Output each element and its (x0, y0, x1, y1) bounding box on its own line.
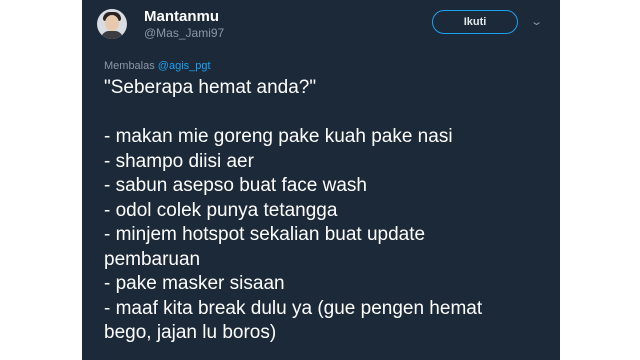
tweet-text: "Seberapa hemat anda?" - makan mie goren… (104, 76, 554, 346)
tweet-question: "Seberapa hemat anda?" (104, 77, 317, 98)
avatar-face (105, 15, 119, 31)
tweet-line: - pake masker sisaan (104, 273, 285, 294)
reply-prefix: Membalas (104, 60, 158, 72)
tweet-line: - maaf kita break dulu ya (gue pengen he… (104, 297, 483, 319)
tweet-line: - makan mie goreng pake kuah pake nasi (104, 126, 453, 147)
tweet-line: - sabun asepso buat face wash (104, 175, 368, 196)
user-handle[interactable]: @Mas_Jami97 (144, 26, 224, 40)
tweet-card: Mantanmu @Mas_Jami97 Ikuti ⌄ Membalas @a… (82, 0, 560, 360)
tweet-line: - shampo diisi aer (104, 150, 254, 172)
reply-context: Membalas @agis_pgt (104, 60, 211, 72)
chevron-down-icon[interactable]: ⌄ (530, 15, 543, 28)
tweet-line: bego, jajan lu boros) (104, 322, 277, 343)
avatar[interactable] (97, 9, 127, 39)
follow-button[interactable]: Ikuti (432, 10, 518, 34)
reply-mention-link[interactable]: @agis_pgt (158, 60, 211, 72)
display-name[interactable]: Mantanmu (144, 8, 219, 25)
tweet-line: pembaruan (104, 248, 201, 270)
tweet-line: - odol colek punya tetangga (104, 199, 338, 221)
tweet-line: - minjem hotspot sekalian buat update (104, 224, 426, 245)
avatar-shirt (101, 31, 123, 39)
